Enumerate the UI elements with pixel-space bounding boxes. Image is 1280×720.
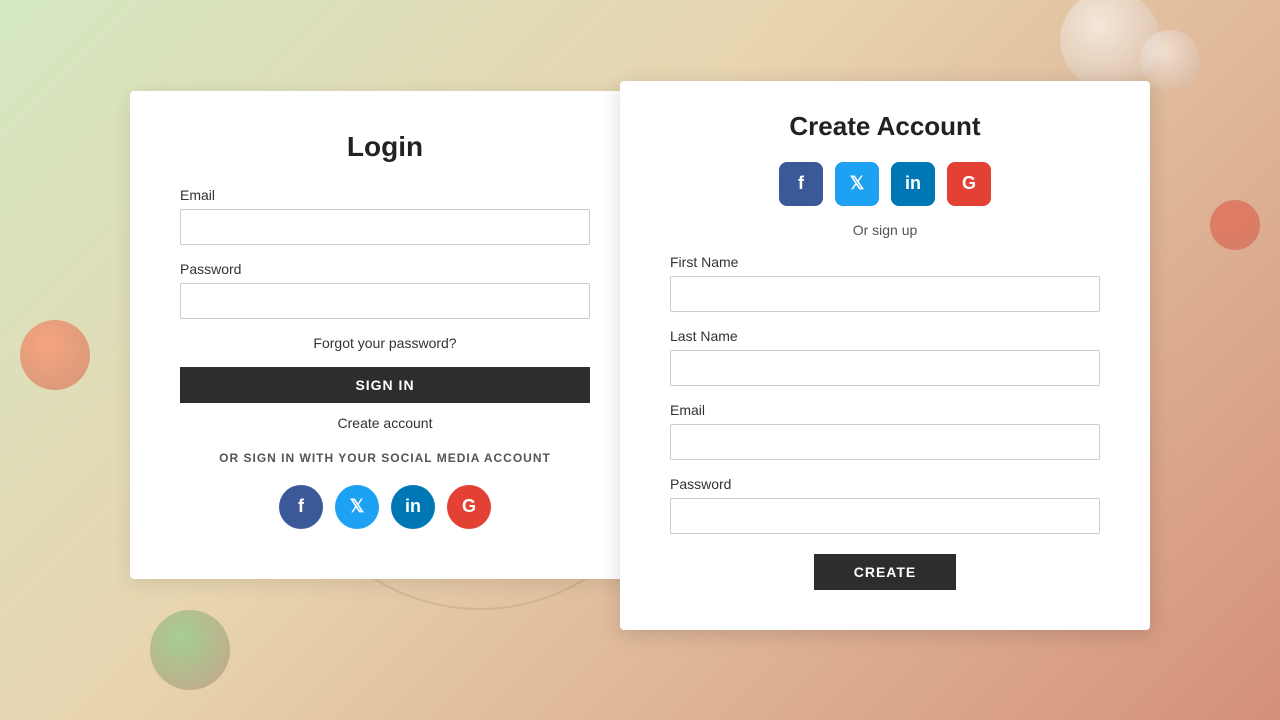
login-title: Login: [180, 131, 590, 163]
email-label: Email: [180, 187, 590, 203]
login-linkedin-button[interactable]: in: [391, 485, 435, 529]
create-password-label: Password: [670, 476, 1100, 492]
password-input[interactable]: [180, 283, 590, 319]
social-divider-text: OR SIGN IN WITH YOUR SOCIAL MEDIA ACCOUN…: [180, 451, 590, 465]
create-account-link[interactable]: Create account: [180, 415, 590, 431]
bg-decoration-2: [1140, 30, 1200, 90]
bg-decoration-1: [1060, 0, 1160, 90]
create-card: Create Account f 𝕏 in G Or sign up First…: [620, 81, 1150, 630]
login-twitter-button[interactable]: 𝕏: [335, 485, 379, 529]
password-group: Password: [180, 261, 590, 319]
bg-decoration-3: [1210, 200, 1260, 250]
email-group: Email: [180, 187, 590, 245]
last-name-group: Last Name: [670, 328, 1100, 386]
create-email-group: Email: [670, 402, 1100, 460]
first-name-group: First Name: [670, 254, 1100, 312]
login-social-icons: f 𝕏 in G: [180, 485, 590, 529]
email-input[interactable]: [180, 209, 590, 245]
create-password-group: Password: [670, 476, 1100, 534]
create-button[interactable]: CREATE: [814, 554, 957, 590]
sign-in-button[interactable]: SIGN IN: [180, 367, 590, 403]
create-title: Create Account: [670, 111, 1100, 142]
create-email-input[interactable]: [670, 424, 1100, 460]
first-name-input[interactable]: [670, 276, 1100, 312]
login-google-button[interactable]: G: [447, 485, 491, 529]
forgot-password-link[interactable]: Forgot your password?: [180, 335, 590, 351]
create-google-button[interactable]: G: [947, 162, 991, 206]
create-facebook-button[interactable]: f: [779, 162, 823, 206]
last-name-input[interactable]: [670, 350, 1100, 386]
login-facebook-button[interactable]: f: [279, 485, 323, 529]
last-name-label: Last Name: [670, 328, 1100, 344]
create-twitter-button[interactable]: 𝕏: [835, 162, 879, 206]
bg-decoration-4: [20, 320, 90, 390]
create-linkedin-button[interactable]: in: [891, 162, 935, 206]
create-social-icons: f 𝕏 in G: [670, 162, 1100, 206]
or-signup-text: Or sign up: [670, 222, 1100, 238]
password-label: Password: [180, 261, 590, 277]
cards-wrapper: Login Email Password Forgot your passwor…: [130, 91, 1150, 630]
first-name-label: First Name: [670, 254, 1100, 270]
create-email-label: Email: [670, 402, 1100, 418]
create-password-input[interactable]: [670, 498, 1100, 534]
login-card: Login Email Password Forgot your passwor…: [130, 91, 640, 579]
